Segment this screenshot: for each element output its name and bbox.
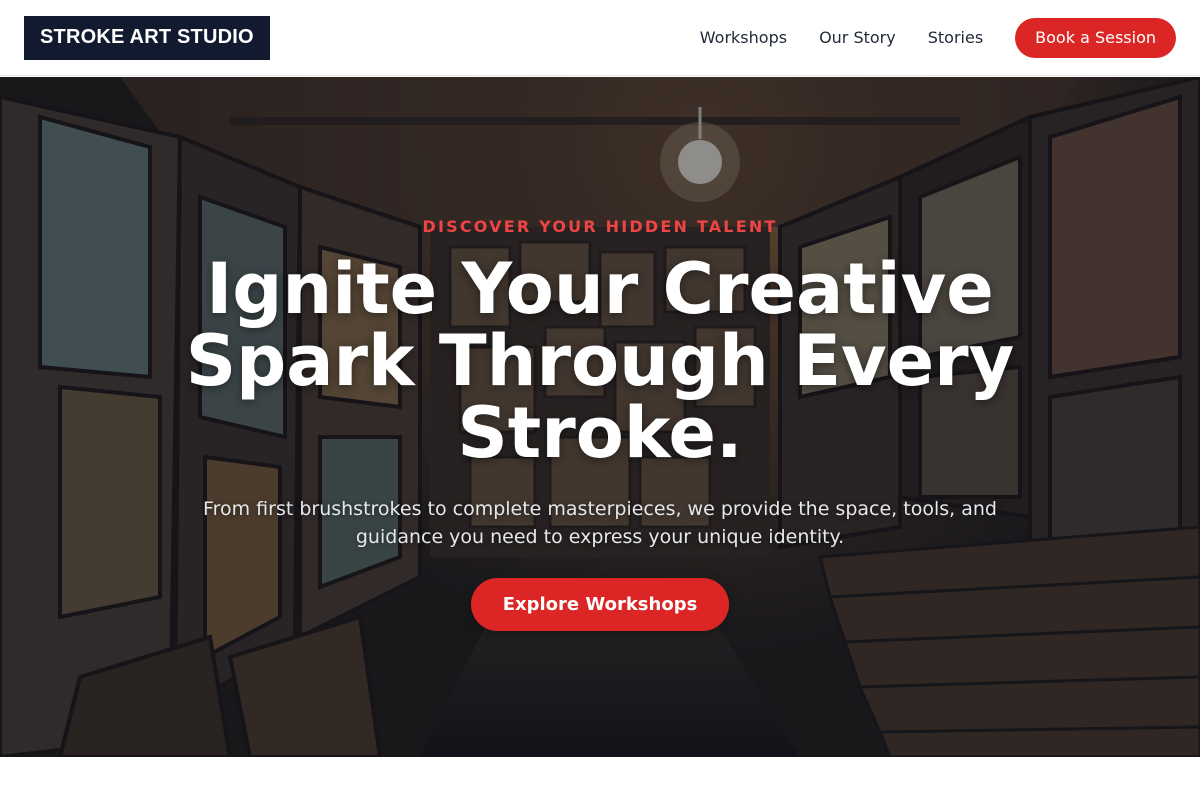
explore-workshops-button[interactable]: Explore Workshops: [471, 578, 729, 631]
nav-link-stories[interactable]: Stories: [928, 28, 983, 47]
book-session-button[interactable]: Book a Session: [1015, 17, 1176, 58]
hero-section: DISCOVER YOUR HIDDEN TALENT Ignite Your …: [0, 77, 1200, 757]
site-header: STROKE ART STUDIO Workshops Our Story St…: [0, 0, 1200, 76]
logo[interactable]: STROKE ART STUDIO: [24, 15, 270, 60]
book-session-label: Book a Session: [1035, 28, 1156, 47]
hero-eyebrow: DISCOVER YOUR HIDDEN TALENT: [422, 217, 778, 236]
main-nav: Workshops Our Story Stories Book a Sessi…: [700, 17, 1176, 58]
explore-workshops-label: Explore Workshops: [502, 594, 698, 615]
nav-link-workshops[interactable]: Workshops: [700, 28, 787, 47]
logo-text: STROKE ART STUDIO: [40, 26, 254, 48]
hero-content: DISCOVER YOUR HIDDEN TALENT Ignite Your …: [0, 77, 1200, 757]
hero-subtext: From first brushstrokes to complete mast…: [203, 498, 997, 548]
nav-link-our-story[interactable]: Our Story: [819, 28, 896, 47]
hero-headline: Ignite Your Creative Spark Through Every…: [185, 248, 1015, 474]
next-section: [0, 757, 1200, 800]
